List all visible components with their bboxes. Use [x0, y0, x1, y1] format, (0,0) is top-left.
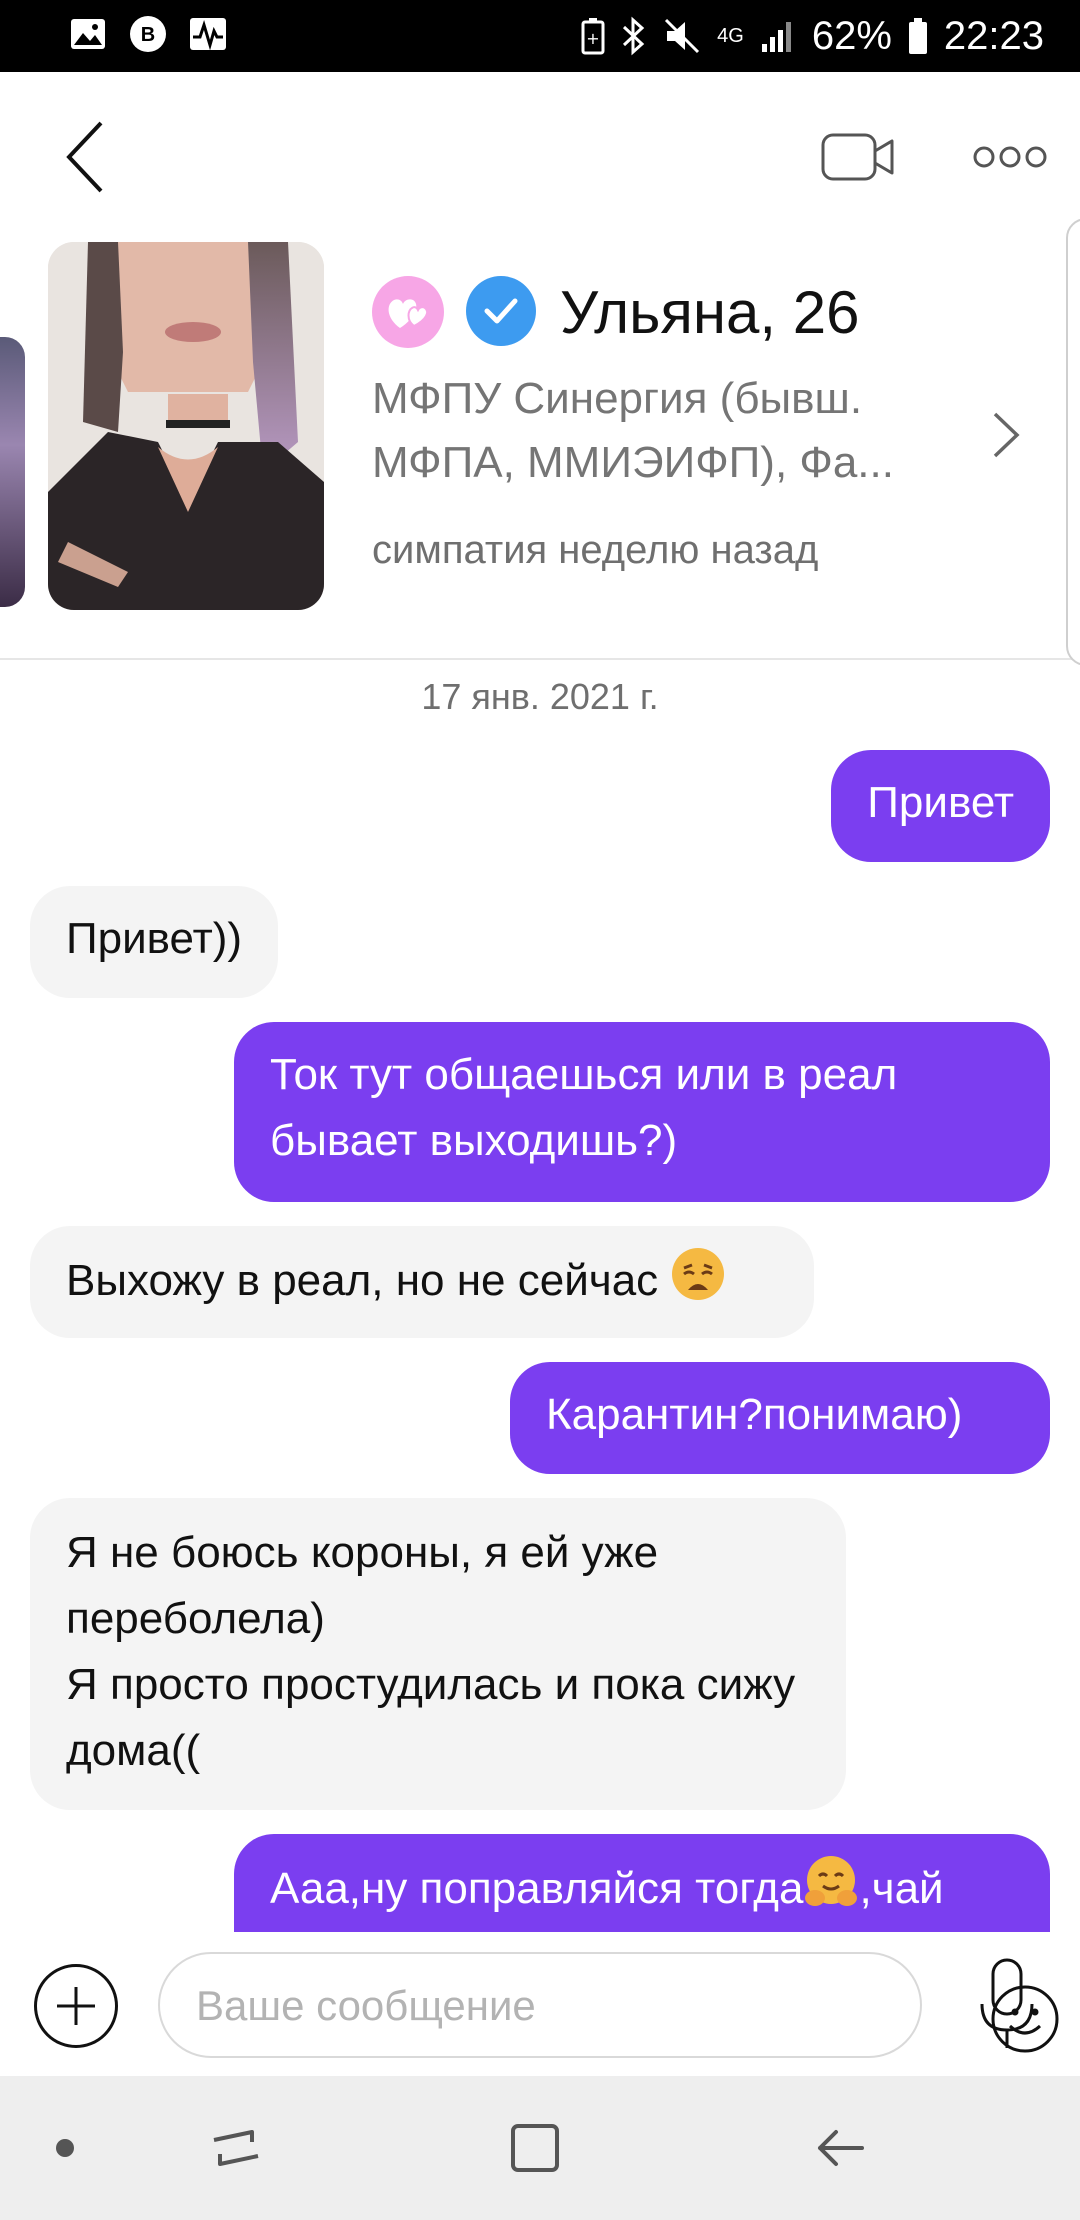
recents-button[interactable] [206, 2120, 266, 2176]
message-outgoing[interactable]: Ток тут общаешься или в реал бывает выхо… [234, 1022, 1050, 1202]
network-type: 4G [717, 25, 744, 47]
message-input[interactable] [194, 1954, 758, 2058]
chevron-right-icon [993, 412, 1020, 458]
system-navigation-bar [0, 2076, 1080, 2220]
message-composer [0, 1932, 1080, 2076]
verified-check-icon [466, 276, 536, 346]
activity-icon [188, 14, 228, 54]
battery-icon [908, 18, 927, 54]
plus-icon [57, 1987, 95, 2025]
navbar-dot[interactable] [56, 2139, 74, 2157]
vk-icon: B [128, 14, 168, 54]
svg-text:B: B [141, 24, 155, 46]
more-options-button[interactable] [970, 132, 1050, 182]
profile-photo[interactable] [48, 242, 324, 610]
message-text: Привет [867, 778, 1014, 827]
svg-text:+: + [586, 29, 599, 48]
bluetooth-icon [623, 16, 645, 56]
message-text: Выхожу в реал, но не сейчас [66, 1256, 659, 1306]
message-text: Ток тут общаешься или в реал бывает выхо… [270, 1050, 898, 1165]
message-input-container [158, 1952, 1059, 2058]
battery-saver-icon: + [581, 18, 605, 55]
battery-percent: 62% [811, 14, 892, 58]
message-incoming[interactable]: Выхожу в реал, но не сейчас [30, 1226, 814, 1338]
message-outgoing[interactable]: Карантин?понимаю) [510, 1362, 1050, 1474]
weary-face-emoji [670, 1246, 726, 1321]
microphone-icon [980, 1958, 1034, 2048]
profile-photo-image [48, 242, 324, 610]
recents-icon [213, 2130, 259, 2166]
home-icon [511, 2124, 559, 2172]
sympathy-timestamp: симпатия неделю назад [372, 528, 819, 572]
message-text: Карантин?понимаю) [546, 1390, 963, 1439]
system-back-button[interactable] [810, 2120, 870, 2176]
profile-school-line2: МФПА, ММИЭИФП), Фа... [372, 438, 894, 487]
clock: 22:23 [943, 14, 1044, 58]
system-back-icon [818, 2130, 864, 2166]
message-text-line: Я не боюсь короны, я ей уже переболела) [66, 1528, 659, 1643]
voice-message-button[interactable] [972, 1954, 1042, 2054]
signal-icon [761, 22, 791, 52]
message-text: ,чай [859, 1864, 944, 1914]
message-text: Привет)) [66, 914, 243, 963]
profile-name: Ульяна, 26 [560, 279, 860, 346]
more-options-icon [973, 146, 1047, 168]
add-attachment-button[interactable] [34, 1964, 118, 2048]
hugging-face-emoji [803, 1854, 859, 1929]
status-bar: B + 4G 62% 22:23 [0, 0, 1080, 72]
profile-school-line1: МФПУ Синергия (бывш. [372, 374, 863, 423]
match-hearts-icon [372, 276, 444, 348]
video-call-button[interactable] [820, 127, 900, 187]
mute-icon [665, 18, 700, 54]
message-incoming[interactable]: Привет)) [30, 886, 279, 998]
profile-school: МФПУ Синергия (бывш. МФПА, ММИЭИФП), Фа.… [372, 367, 932, 495]
video-call-icon [821, 133, 894, 181]
date-separator: 17 янв. 2021 г. [421, 676, 659, 717]
gallery-icon [68, 14, 108, 54]
message-incoming[interactable]: Я не боюсь короны, я ей уже переболела) … [30, 1498, 846, 1810]
back-button[interactable] [50, 112, 120, 202]
previous-profile-thumbnail[interactable] [0, 337, 25, 607]
message-text-line: Я просто простудилась и пока сижу дома(( [66, 1660, 796, 1775]
open-profile-button[interactable] [985, 400, 1029, 470]
next-profile-thumbnail[interactable] [1066, 218, 1080, 666]
home-button[interactable] [505, 2118, 565, 2178]
back-chevron-icon [66, 121, 103, 193]
message-text: Ааа,ну поправляйся тогда [270, 1864, 804, 1914]
profile-card[interactable]: Ульяна, 26 МФПУ Синергия (бывш. МФПА, ММ… [0, 218, 1080, 666]
message-outgoing[interactable]: Привет [831, 750, 1050, 862]
chat-header [0, 72, 1080, 232]
